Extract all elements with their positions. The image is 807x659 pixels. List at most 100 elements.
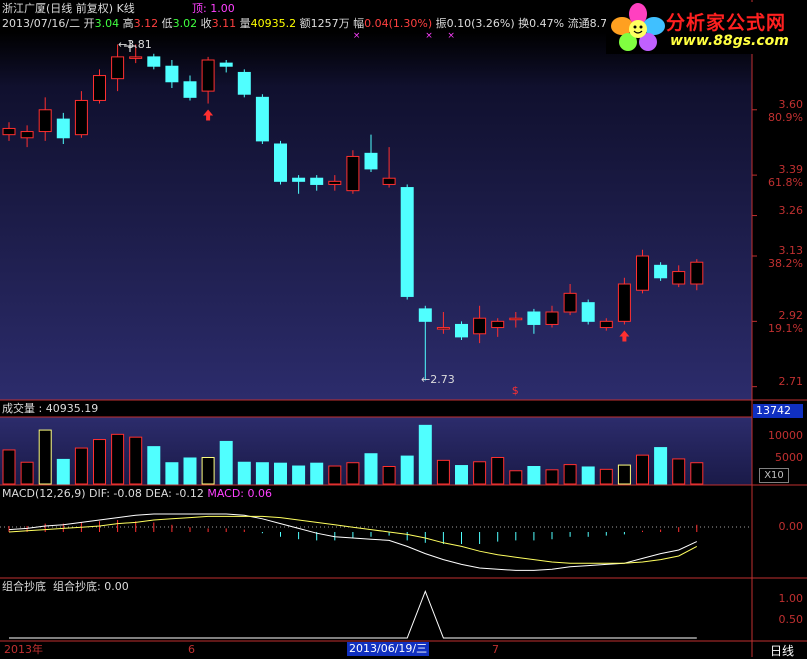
volume-bar — [654, 447, 668, 485]
volume-bar — [455, 465, 468, 485]
combo-axis-1: 1.00 — [778, 592, 804, 605]
candle-body — [292, 177, 306, 182]
candle-body — [545, 311, 559, 325]
turn-value: 0.47% — [529, 17, 565, 30]
volume-bar — [346, 462, 360, 485]
arrow-left-icon: ← — [118, 38, 128, 51]
candle-body — [527, 311, 541, 325]
candle-body — [20, 131, 34, 139]
volume-bar — [165, 462, 179, 485]
dif-line — [8, 513, 698, 571]
high-annotation: ←3.81 — [118, 38, 152, 51]
price-axis-pct: 38.2% — [768, 257, 803, 270]
amount-value: 1257万 — [310, 17, 350, 30]
float-value: 8.7 — [589, 17, 608, 30]
kline-chart[interactable]: $ × × × — [0, 0, 807, 657]
event-marker-icon: × — [447, 31, 455, 41]
price-axis-label: 2.71 — [778, 374, 804, 388]
volume-bar — [20, 461, 34, 485]
period-button[interactable]: 日线 — [770, 642, 794, 659]
volume-bar — [183, 457, 197, 485]
volume-bar — [473, 461, 487, 485]
volume-bar — [491, 457, 505, 485]
high-label: 高 — [122, 17, 134, 30]
amount-label: 额 — [299, 17, 311, 30]
float-label: 流通 — [567, 17, 590, 30]
volume-bar — [93, 439, 106, 485]
candle-body — [111, 56, 125, 80]
macd-axis-zero: 0.00 — [778, 520, 804, 533]
low-annotation: ←2.73 — [421, 373, 455, 386]
volume-value: : 40935.19 — [38, 402, 99, 415]
price-axis-label: 3.13 — [778, 244, 804, 257]
vol-value: 40935.2 — [250, 17, 297, 30]
macd-title: MACD(12,26,9) DIF: -0.08 DEA: -0.12 MACD… — [2, 487, 272, 500]
site-logo: 分析家公式网 www.88gs.com — [606, 2, 804, 54]
volume-bar — [255, 462, 269, 485]
turn-label: 换 — [518, 17, 530, 30]
volume-bar — [147, 446, 161, 485]
event-marker-icon: × — [425, 31, 433, 41]
vol-label: 量 — [239, 17, 251, 30]
candle-body — [219, 62, 233, 67]
volume-bar — [328, 465, 342, 485]
candle-body — [74, 99, 88, 136]
price-axis-pct: 19.1% — [768, 322, 803, 336]
volume-unit: X10 — [759, 468, 789, 483]
volume-bar — [111, 433, 125, 485]
candle-body — [690, 261, 704, 285]
low-value: 3.02 — [172, 17, 198, 30]
candle-body — [201, 59, 215, 92]
candle-body — [183, 81, 197, 98]
candle-body — [382, 177, 396, 185]
candle-body — [2, 127, 16, 136]
candle-body — [617, 283, 631, 322]
combo-title: 组合抄底 组合抄底: 0.00 — [2, 580, 129, 593]
price-axis-label: 3.60 — [778, 97, 804, 111]
open-label: 开 — [83, 17, 95, 30]
volume-bar — [382, 465, 396, 485]
volume-bar — [219, 440, 233, 485]
volume-bar — [581, 466, 595, 485]
candle-body — [147, 56, 161, 67]
candle-body — [93, 75, 106, 101]
candle-body — [599, 320, 613, 329]
price-axis-pct: 61.8% — [768, 176, 803, 190]
price-panel — [0, 32, 752, 400]
volume-bar — [436, 459, 450, 485]
candle-body — [491, 320, 505, 329]
candle-body — [310, 177, 324, 185]
volume-bar — [364, 453, 378, 485]
volume-bar — [672, 458, 686, 485]
volume-bar — [56, 458, 70, 485]
volume-bar — [201, 457, 215, 485]
candle-body — [237, 71, 251, 95]
volume-bar — [129, 436, 143, 485]
cursor-date: 2013/06/19/三 — [347, 642, 430, 656]
volume-bar — [292, 465, 306, 485]
macd-value: MACD: 0.06 — [207, 487, 272, 500]
volume-title: 成交量 : 40935.19 — [2, 402, 99, 415]
candle-body — [328, 180, 342, 185]
candle-body — [274, 143, 287, 182]
high-value: 3.12 — [133, 17, 159, 30]
volume-bar — [274, 462, 287, 485]
close-value: 3.11 — [211, 17, 237, 30]
candle-body — [581, 302, 595, 322]
volume-bar — [527, 465, 541, 485]
range-label: 幅 — [353, 17, 365, 30]
quote-bar: 2013/07/16/二 开3.04 高3.12 低3.02 收3.11 量40… — [2, 17, 607, 30]
close-label: 收 — [200, 17, 212, 30]
candle-body — [346, 155, 360, 192]
volume-bar — [509, 470, 523, 485]
logo-title: 分析家公式网 — [666, 12, 787, 34]
open-value: 3.04 — [94, 17, 120, 30]
stock-title: 浙江广厦(日线 前复权) K线 — [2, 2, 135, 15]
volume-axis-5000: 5000 — [775, 451, 803, 464]
volume-bar — [617, 464, 631, 485]
candle-body — [364, 152, 378, 170]
dif-value: DIF: -0.08 — [89, 487, 142, 500]
candle-body — [455, 323, 468, 338]
candle-body — [400, 187, 414, 297]
volume-bar — [38, 429, 52, 485]
